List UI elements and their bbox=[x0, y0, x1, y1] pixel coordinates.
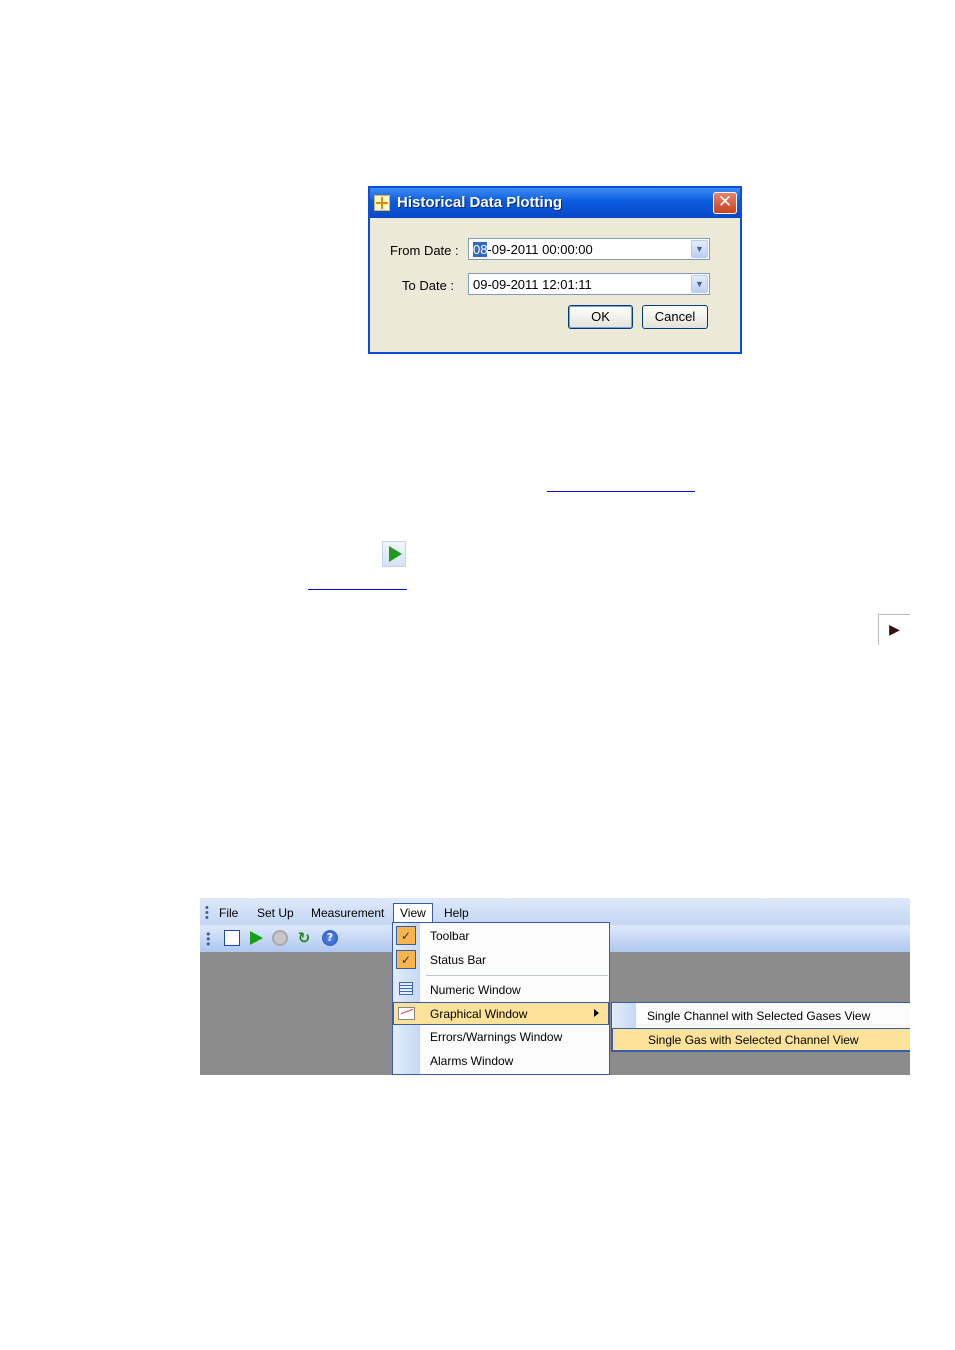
app-window-screenshot: • • • File Set Up Measurement View Help • •… bbox=[200, 898, 910, 1075]
menu-file[interactable]: File bbox=[219, 906, 238, 920]
dialog-title-bar[interactable]: Historical Data Plotting ✕ bbox=[370, 188, 740, 218]
submenu-arrow-icon bbox=[594, 1009, 599, 1017]
from-date-combo[interactable]: 08-09-2011 00:00:00 ▼ bbox=[468, 238, 710, 260]
menu-item-label: Single Channel with Selected Gases View bbox=[647, 1009, 871, 1023]
menu-setup[interactable]: Set Up bbox=[257, 906, 294, 920]
grip-icon: • • • bbox=[205, 902, 209, 924]
hyperlink-underline[interactable] bbox=[308, 589, 407, 590]
menu-item-single-gas-view[interactable]: Single Gas with Selected Channel View bbox=[612, 1028, 910, 1051]
to-date-label: To Date : bbox=[402, 278, 455, 293]
menu-separator bbox=[426, 975, 608, 976]
menu-measurement[interactable]: Measurement bbox=[311, 906, 384, 920]
close-icon[interactable]: ✕ bbox=[713, 192, 737, 214]
to-date-value[interactable]: 09-09-2011 12:01:11 bbox=[473, 277, 592, 292]
menu-item-label: Errors/Warnings Window bbox=[430, 1030, 563, 1044]
chevron-down-icon[interactable]: ▼ bbox=[691, 240, 708, 258]
start-play-icon bbox=[382, 541, 406, 567]
grip-icon: • • • bbox=[205, 928, 212, 951]
check-icon: ✓ bbox=[396, 926, 416, 945]
menu-bar: • • • File Set Up Measurement View Help bbox=[200, 898, 910, 925]
new-document-icon[interactable] bbox=[224, 930, 240, 946]
app-icon bbox=[374, 195, 390, 211]
from-date-label: From Date : bbox=[390, 243, 459, 258]
historical-data-plotting-dialog: Historical Data Plotting ✕ From Date : 0… bbox=[368, 186, 742, 354]
menu-help[interactable]: Help bbox=[444, 906, 469, 920]
stop-icon[interactable] bbox=[272, 930, 288, 946]
line-graph-icon bbox=[398, 1007, 415, 1020]
menu-item-label: Numeric Window bbox=[430, 983, 521, 997]
dialog-title: Historical Data Plotting bbox=[397, 194, 563, 211]
cancel-button[interactable]: Cancel bbox=[642, 305, 708, 329]
menu-item-label: Toolbar bbox=[430, 929, 470, 943]
menu-item-single-channel-view[interactable]: Single Channel with Selected Gases View bbox=[612, 1004, 910, 1027]
refresh-icon[interactable]: ↻ bbox=[296, 930, 312, 946]
check-icon: ✓ bbox=[396, 950, 416, 969]
menu-item-label: Alarms Window bbox=[430, 1054, 514, 1068]
grid-table-icon bbox=[399, 982, 413, 995]
from-date-value[interactable]: 08-09-2011 00:00:00 bbox=[473, 242, 593, 257]
graphical-window-submenu: Single Channel with Selected Gases View … bbox=[611, 1002, 910, 1052]
ok-button[interactable]: OK bbox=[568, 305, 633, 329]
from-date-rest: -09-2011 00:00:00 bbox=[487, 242, 593, 257]
menu-item-label: Status Bar bbox=[430, 953, 487, 967]
chevron-down-icon[interactable]: ▼ bbox=[691, 275, 708, 293]
menu-item-numeric-window[interactable]: Numeric Window bbox=[393, 978, 609, 1001]
menu-item-graphical-window[interactable]: Graphical Window bbox=[393, 1002, 609, 1025]
menu-item-toolbar[interactable]: ✓ Toolbar bbox=[393, 924, 609, 947]
menu-item-errors-warnings-window[interactable]: Errors/Warnings Window bbox=[393, 1025, 609, 1048]
view-menu-dropdown: ✓ Toolbar ✓ Status Bar Numeric Window Gr… bbox=[392, 922, 610, 1075]
arrow-right-icon: ▶ bbox=[878, 614, 910, 645]
help-icon[interactable]: ? bbox=[322, 930, 338, 946]
menu-view[interactable]: View bbox=[393, 903, 433, 924]
to-date-combo[interactable]: 09-09-2011 12:01:11 ▼ bbox=[468, 273, 710, 295]
menu-item-label: Graphical Window bbox=[430, 1007, 528, 1021]
menu-item-label: Single Gas with Selected Channel View bbox=[648, 1033, 859, 1047]
from-date-selected-part: 08 bbox=[473, 242, 488, 257]
menu-item-alarms-window[interactable]: Alarms Window bbox=[393, 1049, 609, 1072]
start-play-icon[interactable] bbox=[248, 930, 264, 946]
hyperlink-underline[interactable] bbox=[547, 491, 695, 492]
menu-item-status-bar[interactable]: ✓ Status Bar bbox=[393, 948, 609, 971]
